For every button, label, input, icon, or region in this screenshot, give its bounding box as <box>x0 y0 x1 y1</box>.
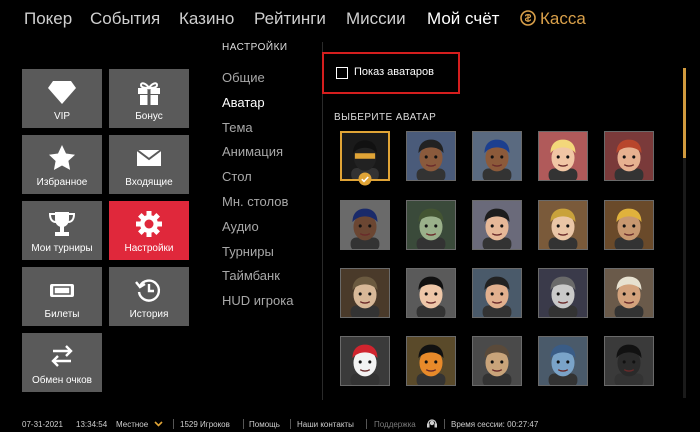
tile-settings-label: Настройки <box>124 243 174 254</box>
nav-poker[interactable]: Покер <box>24 9 72 29</box>
nav-ratings[interactable]: Рейтинги <box>254 9 326 29</box>
tile-inbox[interactable]: Входящие <box>109 135 189 194</box>
glasses-woman-avatar[interactable] <box>472 200 522 250</box>
check-icon <box>358 172 372 186</box>
star-icon <box>49 145 75 170</box>
tile-bonus[interactable]: Бонус <box>109 69 189 128</box>
choose-avatar-title: ВЫБЕРИТЕ АВАТАР <box>334 112 437 123</box>
redhead-woman-avatar[interactable] <box>604 131 654 181</box>
menu-item[interactable]: Тема <box>222 120 253 135</box>
businessman-avatar[interactable] <box>472 268 522 318</box>
chevron-down-icon[interactable] <box>154 421 163 427</box>
status-bar: 07-31-2021 13:34:54 Местное 1529 Игроков… <box>0 412 700 432</box>
ticket-icon <box>50 284 74 297</box>
tile-favorites-label: Избранное <box>36 177 88 188</box>
envelope-icon <box>136 149 162 166</box>
menu-item[interactable]: Стол <box>222 169 252 184</box>
tile-favorites[interactable]: Избранное <box>22 135 102 194</box>
zombie-avatar[interactable] <box>406 200 456 250</box>
exchange-arrows-icon <box>51 345 73 367</box>
history-clock-icon <box>135 279 161 302</box>
status-time: 13:34:54 <box>76 420 108 429</box>
tile-history[interactable]: История <box>109 267 189 326</box>
tile-tickets-label: Билеты <box>44 309 80 320</box>
diamond-icon <box>48 81 76 104</box>
nav-casino[interactable]: Казино <box>179 9 234 29</box>
tile-settings[interactable]: Настройки <box>109 201 189 260</box>
tile-inbox-label: Входящие <box>125 177 173 188</box>
contacts-link[interactable]: Наши контакты <box>297 420 354 429</box>
king-avatar[interactable] <box>604 200 654 250</box>
session-time: Время сессии: 00:27:47 <box>451 420 539 429</box>
gift-icon <box>138 82 160 105</box>
tile-points-exchange-label: Обмен очков <box>32 375 92 386</box>
clown-avatar[interactable] <box>340 336 390 386</box>
tile-vip-label: VIP <box>53 111 71 122</box>
spy-woman-avatar[interactable] <box>406 268 456 318</box>
bandana-man-avatar[interactable] <box>340 200 390 250</box>
nav-my-account[interactable]: Мой счёт <box>427 9 499 29</box>
nav-cashier[interactable]: Касса <box>540 9 586 29</box>
bull-avatar[interactable] <box>604 336 654 386</box>
tile-points-exchange[interactable]: Обмен очков <box>22 333 102 392</box>
show-avatars-label: Показ аватаров <box>354 66 434 78</box>
tile-my-tournaments-label: Мои турниры <box>31 243 93 254</box>
bulldog-avatar[interactable] <box>472 336 522 386</box>
trophy-icon <box>48 212 76 236</box>
nav-events[interactable]: События <box>90 9 160 29</box>
top-navigation: Покер События Казино Рейтинги Миссии Мой… <box>0 0 700 38</box>
menu-item[interactable]: Общие <box>222 70 265 85</box>
menu-item[interactable]: Таймбанк <box>222 268 280 283</box>
show-avatars-checkbox[interactable] <box>336 67 348 79</box>
help-link[interactable]: Помощь <box>249 420 280 429</box>
settings-menu-title: НАСТРОЙКИ <box>222 42 288 53</box>
menu-item[interactable]: Аудио <box>222 219 259 234</box>
menu-item[interactable]: Мн. столов <box>222 194 288 209</box>
cowboy-avatar[interactable] <box>604 268 654 318</box>
blonde-woman-avatar[interactable] <box>538 131 588 181</box>
menu-item[interactable]: Аватар <box>222 95 265 110</box>
tile-history-label: История <box>129 309 169 320</box>
old-man-avatar[interactable] <box>340 268 390 318</box>
boxer-avatar[interactable] <box>406 131 456 181</box>
support-link[interactable]: Поддержка <box>374 420 416 429</box>
menu-item[interactable]: Анимация <box>222 144 283 159</box>
tile-vip[interactable]: VIP <box>22 69 102 128</box>
menu-item[interactable]: HUD игрока <box>222 293 293 308</box>
status-date: 07-31-2021 <box>22 420 63 429</box>
tile-bonus-label: Бонус <box>135 111 163 122</box>
menu-item[interactable]: Турниры <box>222 244 274 259</box>
coin-icon <box>520 10 536 26</box>
timezone-select[interactable]: Местное <box>116 420 148 429</box>
gear-icon <box>136 211 162 237</box>
tile-tickets[interactable]: Билеты <box>22 267 102 326</box>
shark-avatar[interactable] <box>538 336 588 386</box>
tiger-avatar[interactable] <box>406 336 456 386</box>
panel-divider <box>322 42 323 400</box>
scrollbar-thumb[interactable] <box>683 68 686 158</box>
headset-icon <box>427 419 437 428</box>
queen-avatar[interactable] <box>538 200 588 250</box>
status-players: 1529 Игроков <box>180 420 230 429</box>
tile-my-tournaments[interactable]: Мои турниры <box>22 201 102 260</box>
nav-missions[interactable]: Миссии <box>346 9 406 29</box>
robot-avatar[interactable] <box>538 268 588 318</box>
baseball-player-avatar[interactable] <box>472 131 522 181</box>
